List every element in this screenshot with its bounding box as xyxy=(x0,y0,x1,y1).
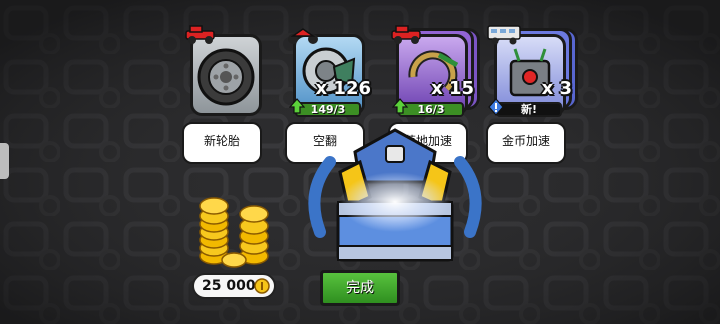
reward-label-button[interactable]: 金币加速 xyxy=(486,122,566,164)
upgrade-arrow-icon xyxy=(289,98,305,114)
jeep-icon xyxy=(185,25,215,44)
progress-text: 16/3 xyxy=(417,103,445,116)
upgrade-progress: 16/3 xyxy=(392,98,464,117)
upgrade-progress: 149/3 xyxy=(289,98,361,117)
coin-amount-text: 25 000 xyxy=(202,278,256,294)
motorbike-icon xyxy=(288,28,318,44)
reward-tile xyxy=(190,34,262,116)
reward-label-button[interactable]: 新轮胎 xyxy=(182,122,262,164)
treasure-chest-icon xyxy=(308,128,482,262)
item-count: x 3 xyxy=(541,78,572,99)
done-button[interactable]: 完成 xyxy=(320,270,400,306)
coin-icon xyxy=(254,278,270,294)
reward-card-new-tire: 新轮胎 xyxy=(180,22,270,164)
progress-text: 149/3 xyxy=(310,103,346,116)
new-badge: 新! xyxy=(488,98,562,117)
upgrade-arrow-icon xyxy=(392,98,408,114)
bus-icon xyxy=(487,25,521,45)
exclamation-icon xyxy=(488,98,504,116)
jeep-icon xyxy=(391,25,421,44)
item-count: x 15 xyxy=(431,78,474,99)
coin-pile-icon xyxy=(199,197,269,268)
reward-card-coin-boost: x 3 新! 金币加速 xyxy=(484,22,578,164)
tire-icon xyxy=(197,48,255,106)
new-badge-text: 新! xyxy=(520,103,538,116)
item-count: x 126 xyxy=(315,78,371,99)
coin-amount-badge: 25 000 xyxy=(192,273,276,299)
side-pull-tab[interactable] xyxy=(0,143,9,179)
